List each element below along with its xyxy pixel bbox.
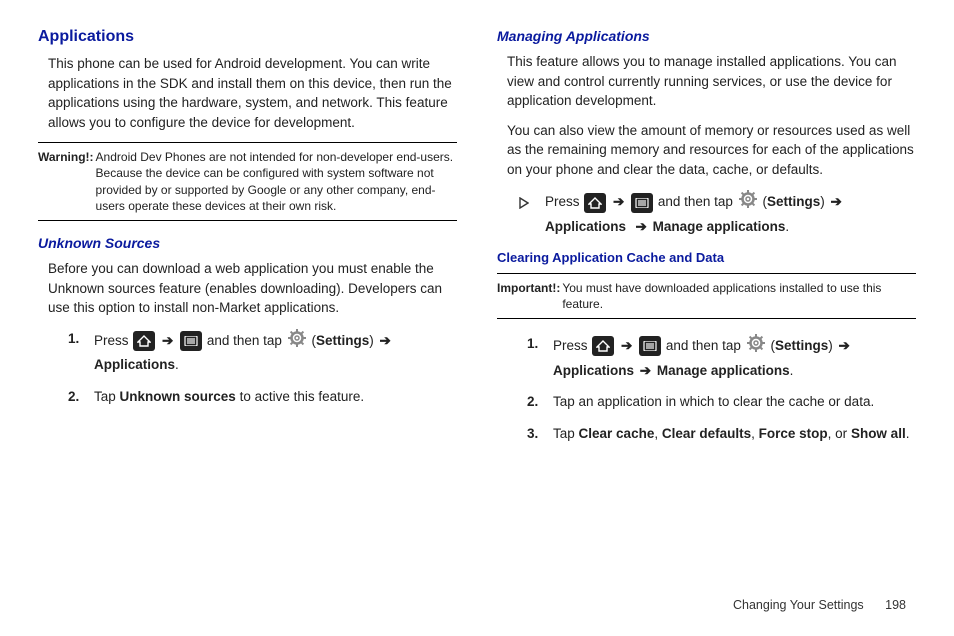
step-text: and then tap [207, 333, 286, 348]
menu-icon [639, 336, 661, 356]
force-stop-label: Force stop [759, 426, 828, 441]
clear-cache-label: Clear cache [579, 426, 655, 441]
gear-icon [746, 333, 766, 360]
step-number: 3. [527, 423, 538, 445]
heading-clearing-cache: Clearing Application Cache and Data [497, 250, 916, 265]
left-column: Applications This phone can be used for … [38, 28, 457, 454]
step-2: 2. Tap Unknown sources to active this fe… [68, 386, 457, 408]
heading-applications: Applications [38, 28, 457, 46]
warning-label: Warning!: [38, 149, 96, 214]
paragraph-managing-1: This feature allows you to manage instal… [507, 52, 916, 111]
applications-label: Applications [545, 219, 626, 234]
unknown-sources-label: Unknown sources [120, 389, 236, 404]
heading-unknown-sources: Unknown Sources [38, 235, 457, 251]
paragraph-unknown-sources: Before you can download a web applicatio… [48, 259, 457, 318]
arrow-icon: ➔ [828, 194, 843, 209]
step-number: 2. [68, 386, 79, 408]
important-text: You must have downloaded applications in… [562, 280, 916, 312]
step-text: Tap an application in which to clear the… [553, 394, 874, 409]
unknown-sources-steps: 1. Press ➔ and then tap (Settings) ➔ App… [68, 328, 457, 408]
applications-label: Applications [553, 363, 634, 378]
step-3: 3. Tap Clear cache, Clear defaults, Forc… [527, 423, 916, 445]
arrow-icon: ➔ [634, 219, 649, 234]
home-icon [133, 331, 155, 351]
manage-applications-label: Manage applications [657, 363, 790, 378]
home-icon [584, 193, 606, 213]
gear-icon [738, 189, 758, 216]
show-all-label: Show all [851, 426, 906, 441]
step-text: Tap [553, 426, 579, 441]
heading-managing-applications: Managing Applications [497, 28, 916, 44]
step-1: 1. Press ➔ and then tap (Settings) ➔ App… [68, 328, 457, 376]
step-1: 1. Press ➔ and then tap (Settings) ➔ App… [527, 333, 916, 381]
clearing-steps: 1. Press ➔ and then tap (Settings) ➔ App… [527, 333, 916, 444]
step-number: 1. [68, 328, 79, 350]
footer-section: Changing Your Settings [733, 598, 864, 612]
settings-label: Settings [775, 338, 828, 353]
important-box: Important!: You must have downloaded app… [497, 273, 916, 319]
warning-box: Warning!: Android Dev Phones are not int… [38, 142, 457, 221]
arrow-icon: ➔ [619, 338, 634, 353]
settings-label: Settings [767, 194, 820, 209]
step-2: 2. Tap an application in which to clear … [527, 391, 916, 413]
step-text: Press [553, 338, 591, 353]
manage-applications-label: Manage applications [653, 219, 786, 234]
bullet-step: Press ➔ and then tap (Settings) ➔ Applic… [519, 189, 916, 237]
settings-label: Settings [316, 333, 369, 348]
arrow-icon: ➔ [160, 333, 175, 348]
step-text: Press [94, 333, 132, 348]
warning-text: Android Dev Phones are not intended for … [96, 149, 457, 214]
clear-defaults-label: Clear defaults [662, 426, 751, 441]
applications-label: Applications [94, 357, 175, 372]
paragraph-applications-intro: This phone can be used for Android devel… [48, 54, 457, 132]
menu-icon [631, 193, 653, 213]
step-text: to active this feature. [236, 389, 364, 404]
important-label: Important!: [497, 280, 562, 312]
right-column: Managing Applications This feature allow… [497, 28, 916, 454]
page-footer: Changing Your Settings 198 [733, 598, 906, 612]
arrow-icon: ➔ [377, 333, 392, 348]
step-text: and then tap [658, 194, 737, 209]
gear-icon [287, 328, 307, 355]
managing-steps: Press ➔ and then tap (Settings) ➔ Applic… [519, 189, 916, 237]
step-text: Tap [94, 389, 120, 404]
step-number: 2. [527, 391, 538, 413]
menu-icon [180, 331, 202, 351]
home-icon [592, 336, 614, 356]
step-text: and then tap [666, 338, 745, 353]
triangle-bullet-icon [519, 194, 529, 216]
step-number: 1. [527, 333, 538, 355]
paragraph-managing-2: You can also view the amount of memory o… [507, 121, 916, 180]
arrow-icon: ➔ [638, 363, 653, 378]
arrow-icon: ➔ [836, 338, 851, 353]
arrow-icon: ➔ [611, 194, 626, 209]
step-text: Press [545, 194, 583, 209]
page-number: 198 [885, 598, 906, 612]
